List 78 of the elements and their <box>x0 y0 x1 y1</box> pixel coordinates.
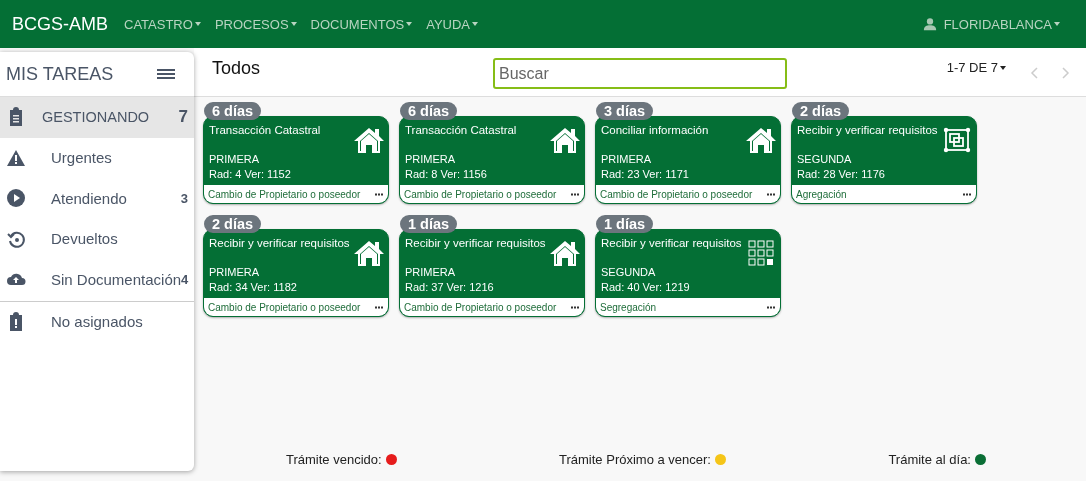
task-name: Recibir y verificar requisitos <box>601 237 742 251</box>
nav-menu[interactable]: CATASTRO <box>124 16 208 32</box>
instance-text: PRIMERA <box>208 267 261 278</box>
more-icon[interactable] <box>571 305 579 309</box>
search-field[interactable]: Buscar <box>493 58 787 89</box>
play-icon <box>6 188 26 209</box>
more-icon[interactable] <box>375 192 383 196</box>
days-badge: 2 días <box>792 102 850 120</box>
process-name: Cambio de Propietario o poseedor <box>208 301 361 313</box>
instance-text: PRIMERA <box>404 154 457 165</box>
task-name: Conciliar información <box>601 124 709 138</box>
grid-icon <box>746 240 776 266</box>
days-badge: 1 días <box>400 215 458 233</box>
days-badge: 1 días <box>596 215 654 233</box>
instance-text: SEGUNDA <box>600 267 657 278</box>
house-icon <box>746 127 776 153</box>
task-name: Transacción Catastral <box>209 124 321 138</box>
radicado-text: Rad: 28 Ver: 1176 <box>796 169 886 180</box>
legend-label: Trámite vencido: <box>286 452 382 467</box>
page-title: Todos <box>212 58 262 79</box>
nav-menu[interactable]: AYUDA <box>426 16 486 32</box>
task-card[interactable]: Recibir y verificar requisitos PRIMERA Rad: 34 Ver: 1182 Cambio de Propietario o poseedor <box>203 229 389 317</box>
nav-menu[interactable]: PROCESOS <box>214 16 304 32</box>
sidebar-item[interactable]: Urgentes <box>0 137 194 178</box>
sidebar-item[interactable]: Atendiendo 3 <box>0 178 194 219</box>
instance-text: SEGUNDA <box>796 154 853 165</box>
user-menu[interactable]: FLORIDABLANCA <box>943 16 1067 32</box>
days-badge: 2 días <box>204 215 262 233</box>
task-name: Recibir y verificar requisitos <box>797 124 938 138</box>
menu-icon[interactable] <box>157 67 175 81</box>
instance-text: PRIMERA <box>404 267 457 278</box>
house-icon <box>550 127 580 153</box>
sidebar-item[interactable]: Devueltos <box>0 218 194 259</box>
house-icon <box>354 127 384 153</box>
task-name: Recibir y verificar requisitos <box>209 237 350 251</box>
process-name: Cambio de Propietario o poseedor <box>404 188 557 200</box>
radicado-text: Rad: 8 Ver: 1156 <box>404 169 488 180</box>
sidebar-item[interactable]: GESTIONANDO 7 <box>0 97 194 138</box>
task-card[interactable]: Recibir y verificar requisitos SEGUNDA Rad: 40 Ver: 1219 Segregación <box>595 229 781 317</box>
days-badge: 6 días <box>204 102 262 120</box>
days-badge: 3 días <box>596 102 654 120</box>
more-icon[interactable] <box>571 192 579 196</box>
task-card[interactable]: Transacción Catastral PRIMERA Rad: 8 Ver: 1156 Cambio de Propietario o poseedor <box>399 116 585 204</box>
task-card[interactable]: Recibir y verificar requisitos SEGUNDA Rad: 28 Ver: 1176 Agregación <box>791 116 977 204</box>
house-icon <box>354 240 384 266</box>
task-card[interactable]: Conciliar información PRIMERA Rad: 23 Ver: 1171 Cambio de Propietario o poseedor <box>595 116 781 204</box>
legend-label: Trámite Próximo a vencer: <box>559 452 711 467</box>
process-name: Agregación <box>796 188 847 200</box>
more-icon[interactable] <box>767 305 775 309</box>
sidebar-title: MIS TAREAS <box>6 63 114 85</box>
instance-text: PRIMERA <box>208 154 261 165</box>
task-name: Transacción Catastral <box>405 124 517 138</box>
radicado-text: Rad: 23 Ver: 1171 <box>600 169 690 180</box>
merge-shapes-icon <box>942 127 972 153</box>
radicado-text: Rad: 4 Ver: 1152 <box>208 169 292 180</box>
process-name: Cambio de Propietario o poseedor <box>404 301 557 313</box>
instance-text: PRIMERA <box>600 154 653 165</box>
brand-link[interactable]: BCGS-AMB <box>12 13 108 35</box>
nav-menu[interactable]: DOCUMENTOS <box>310 16 420 32</box>
sidebar-item[interactable]: Sin Documentación4 <box>0 259 194 300</box>
process-name: Cambio de Propietario o poseedor <box>600 188 753 200</box>
radicado-text: Rad: 37 Ver: 1216 <box>404 282 495 293</box>
more-icon[interactable] <box>375 305 383 309</box>
user-icon <box>922 17 937 31</box>
legend-label: Trámite al día: <box>888 452 971 467</box>
task-name: Recibir y verificar requisitos <box>405 237 546 251</box>
process-name: Cambio de Propietario o poseedor <box>208 188 361 200</box>
house-icon <box>550 240 580 266</box>
radicado-text: Rad: 34 Ver: 1182 <box>208 282 298 293</box>
days-badge: 6 días <box>400 102 458 120</box>
task-card[interactable]: Recibir y verificar requisitos PRIMERA Rad: 37 Ver: 1216 Cambio de Propietario o poseedor <box>399 229 585 317</box>
process-name: Segregación <box>600 301 657 313</box>
more-icon[interactable] <box>963 192 971 196</box>
task-card[interactable]: Transacción Catastral PRIMERA Rad: 4 Ver: 1152 Cambio de Propietario o poseedor <box>203 116 389 204</box>
pagination-menu[interactable]: 1-7 DE 7 <box>946 60 1006 75</box>
more-icon[interactable] <box>767 192 775 196</box>
sidebar-item[interactable]: No asignados <box>0 301 194 342</box>
radicado-text: Rad: 40 Ver: 1219 <box>600 282 691 293</box>
